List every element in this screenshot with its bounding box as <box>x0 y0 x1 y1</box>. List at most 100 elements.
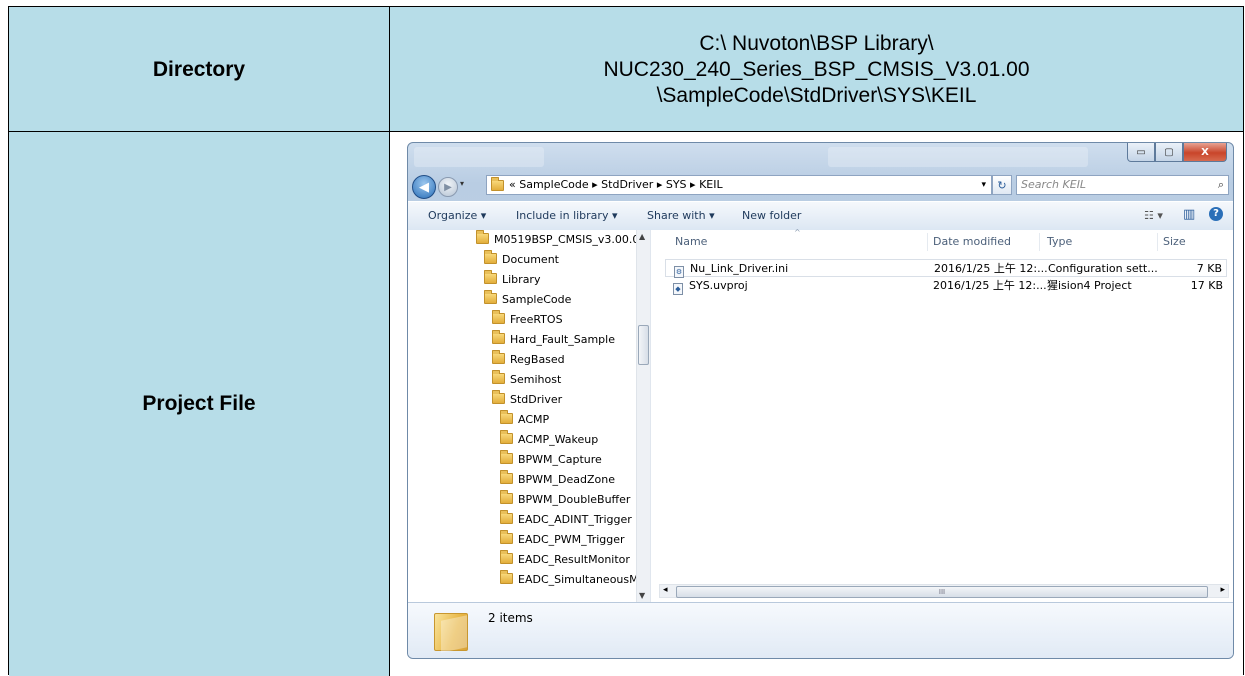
tree-item-label: Hard_Fault_Sample <box>510 333 615 346</box>
tree-item[interactable]: Document <box>484 250 559 270</box>
content-area: M0519BSP_CMSIS_v3.00.001 Document Librar… <box>408 228 1233 602</box>
breadcrumb-overflow[interactable]: « <box>509 175 516 195</box>
directory-label: Directory <box>152 57 246 81</box>
breadcrumb-stddriver[interactable]: StdDriver <box>601 175 653 195</box>
tree-item[interactable]: FreeRTOS <box>492 310 563 330</box>
column-header-type[interactable]: Type <box>1047 230 1072 254</box>
forward-button[interactable]: ▶ <box>438 177 458 197</box>
folder-icon <box>500 450 513 464</box>
folder-icon <box>500 410 513 424</box>
navigation-pane: M0519BSP_CMSIS_v3.00.001 Document Librar… <box>408 230 651 602</box>
tree-item[interactable]: StdDriver <box>492 390 562 410</box>
breadcrumb-samplecode[interactable]: SampleCode <box>519 175 588 195</box>
title-bar[interactable]: ▭ ▢ X <box>408 143 1233 173</box>
project-file-row: Project File ▭ ▢ X ◀ ▶ ▾ « SampleCode ▸ … <box>9 132 1243 676</box>
breadcrumb-sys[interactable]: SYS <box>666 175 687 195</box>
project-file-label: Project File <box>9 132 389 676</box>
breadcrumb-separator[interactable]: ▸ <box>690 175 696 195</box>
column-divider <box>389 7 390 131</box>
folder-icon <box>500 510 513 524</box>
file-size: 7 KB <box>1196 262 1222 275</box>
tree-item[interactable]: M0519BSP_CMSIS_v3.00.001 <box>476 230 650 250</box>
breadcrumb-keil[interactable]: KEIL <box>699 175 723 195</box>
organize-button[interactable]: Organize ▾ <box>428 209 486 222</box>
column-header-name[interactable]: Name <box>675 230 707 254</box>
tree-item-label: BPWM_Capture <box>518 453 602 466</box>
file-row[interactable]: ◆ SYS.uvproj 2016/1/25 上午 12:... 猩ision4 … <box>665 277 1227 295</box>
file-name-label: SYS.uvproj <box>689 279 748 292</box>
column-divider[interactable] <box>1039 233 1040 251</box>
file-list: Name ^ Date modified Type Size ⚙ Nu_Link_… <box>651 228 1233 602</box>
view-options-icon[interactable]: ☷ ▾ <box>1144 209 1163 222</box>
column-header-size[interactable]: Size <box>1163 230 1186 254</box>
maximize-button[interactable]: ▢ <box>1155 143 1183 162</box>
tree-item[interactable]: SampleCode <box>484 290 571 310</box>
search-input[interactable]: Search KEIL ⌕ <box>1016 175 1229 195</box>
path-line-2: NUC230_240_Series_BSP_CMSIS_V3.01.00 <box>603 57 1030 81</box>
title-bar-blur <box>828 147 1088 167</box>
help-icon[interactable]: ? <box>1209 207 1223 221</box>
scroll-up-icon[interactable]: ▲ <box>639 232 645 241</box>
back-button[interactable]: ◀ <box>412 175 436 199</box>
share-with-button[interactable]: Share with ▾ <box>647 209 715 222</box>
folder-icon <box>492 310 505 324</box>
breadcrumb-separator[interactable]: ▸ <box>592 175 598 195</box>
column-divider[interactable] <box>1157 233 1158 251</box>
folder-icon <box>484 270 497 284</box>
file-name-label: Nu_Link_Driver.ini <box>690 262 789 275</box>
tree-item[interactable]: Semihost <box>492 370 561 390</box>
folder-icon <box>500 430 513 444</box>
forward-arrow-icon: ▶ <box>444 181 452 193</box>
new-folder-button[interactable]: New folder <box>742 209 801 222</box>
tree-item[interactable]: EADC_PWM_Trigger <box>500 530 625 550</box>
tree-item[interactable]: EADC_SimultaneousM <box>500 570 639 590</box>
tree-item-label: SampleCode <box>502 293 572 306</box>
tree-item[interactable]: EADC_ADINT_Trigger <box>500 510 632 530</box>
close-button[interactable]: X <box>1183 143 1227 162</box>
item-count: 2 items <box>488 611 533 625</box>
minimize-button[interactable]: ▭ <box>1127 143 1155 162</box>
breadcrumb-separator[interactable]: ▸ <box>657 175 663 195</box>
horizontal-scrollbar-thumb[interactable]: III <box>676 586 1208 598</box>
refresh-button[interactable]: ↻ <box>992 175 1012 195</box>
tree-item[interactable]: BPWM_DeadZone <box>500 470 615 490</box>
horizontal-scrollbar[interactable]: ◂ III ▸ <box>659 584 1229 598</box>
tree-item[interactable]: Library <box>484 270 540 290</box>
scroll-down-icon[interactable]: ▼ <box>639 591 645 600</box>
tree-item[interactable]: ACMP_Wakeup <box>500 430 598 450</box>
tree-item-label: StdDriver <box>510 393 563 406</box>
search-icon[interactable]: ⌕ <box>1218 176 1224 194</box>
tree-item[interactable]: RegBased <box>492 350 565 370</box>
details-pane: 2 items <box>408 602 1233 658</box>
file-date: 2016/1/25 上午 12:... <box>933 279 1047 292</box>
tree-item[interactable]: BPWM_Capture <box>500 450 602 470</box>
recent-pages-dropdown[interactable]: ▾ <box>460 179 464 188</box>
folder-icon <box>500 550 513 564</box>
navigation-scrollbar[interactable]: ▲ ▼ <box>636 230 650 602</box>
tree-item[interactable]: ACMP <box>500 410 549 430</box>
command-bar: Organize ▾ Include in library ▾ Share wi… <box>408 201 1233 231</box>
tree-item[interactable]: Hard_Fault_Sample <box>492 330 615 350</box>
file-row[interactable]: ⚙ Nu_Link_Driver.ini 2016/1/25 上午 12:... … <box>665 259 1227 278</box>
folder-icon <box>492 350 505 364</box>
address-bar[interactable]: « SampleCode ▸ StdDriver ▸ SYS ▸ KEIL ▾ <box>486 175 992 195</box>
folder-icon <box>492 370 505 384</box>
sort-ascending-icon: ^ <box>794 228 801 237</box>
column-header-date[interactable]: Date modified <box>933 230 1011 254</box>
column-divider[interactable] <box>927 233 928 251</box>
path-line-1: C:\ Nuvoton\BSP Library\ <box>699 31 934 55</box>
tree-item[interactable]: EADC_ResultMonitor <box>500 550 630 570</box>
tree-item[interactable]: BPWM_DoubleBuffer <box>500 490 630 510</box>
tree-item-label: Semihost <box>510 373 562 386</box>
scrollbar-thumb[interactable] <box>638 325 649 365</box>
file-date: 2016/1/25 上午 12:... <box>934 262 1048 275</box>
info-table: Directory C:\ Nuvoton\BSP Library\ NUC23… <box>8 6 1244 676</box>
include-in-library-button[interactable]: Include in library ▾ <box>516 209 617 222</box>
address-dropdown-icon[interactable]: ▾ <box>981 175 986 195</box>
scroll-right-icon[interactable]: ▸ <box>1220 585 1225 595</box>
tree-item-label: Document <box>502 253 559 266</box>
scroll-left-icon[interactable]: ◂ <box>663 585 668 595</box>
file-type: 猩ision4 Project <box>1047 279 1132 292</box>
tree-item-label: FreeRTOS <box>510 313 563 326</box>
preview-pane-icon[interactable]: ▥ <box>1183 207 1195 222</box>
